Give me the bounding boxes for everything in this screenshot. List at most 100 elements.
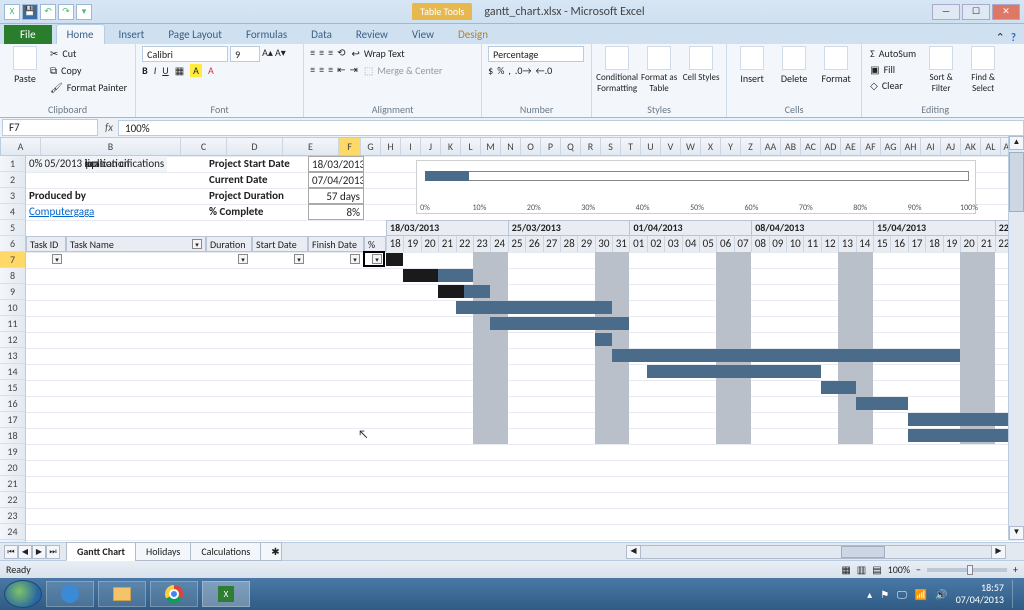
sheet-tab-calculations[interactable]: Calculations [190,542,261,561]
cut-button[interactable]: ✂Cut [48,46,129,61]
view-normal-icon[interactable]: ▦ [841,563,850,576]
col-header[interactable]: T [621,138,641,155]
gantt-bar[interactable] [856,397,908,410]
view-layout-icon[interactable]: ▥ [857,563,866,576]
row-header[interactable]: 5 [0,220,25,236]
col-duration[interactable]: Duration▾ [206,236,252,252]
format-painter-button[interactable]: 🖌Format Painter [48,80,129,95]
row-headers[interactable]: 1234567891011121314151617181920212223242… [0,156,26,542]
tab-page-layout[interactable]: Page Layout [158,25,232,44]
taskbar-explorer[interactable] [98,581,146,607]
fill-button[interactable]: ▣Fill [868,62,918,77]
tab-nav-next-icon[interactable]: ▶ [32,545,46,559]
col-header[interactable]: AE [841,138,861,155]
col-header[interactable]: Q [561,138,581,155]
col-task-name[interactable]: Task Name▾ [66,236,206,252]
tab-nav-last-icon[interactable]: ⏭ [46,545,60,559]
col-header[interactable]: J [421,138,441,155]
row-header[interactable]: 20 [0,460,25,476]
conditional-formatting-button[interactable]: Conditional Formatting [598,46,636,94]
col-header[interactable]: B [41,138,181,155]
gantt-bar[interactable] [908,429,1024,442]
row-header[interactable]: 23 [0,508,25,524]
col-header[interactable]: P [541,138,561,155]
scroll-right-icon[interactable]: ▶ [991,546,1005,558]
tab-insert[interactable]: Insert [109,25,155,44]
font-color-icon[interactable]: A [208,64,214,77]
col-header[interactable]: W [681,138,701,155]
horizontal-scrollbar[interactable]: ◀ ▶ [626,545,1006,559]
scroll-down-icon[interactable]: ▼ [1009,526,1024,540]
tab-view[interactable]: View [402,25,444,44]
gantt-bar[interactable] [490,317,629,330]
gantt-bar[interactable] [647,365,821,378]
zoom-slider[interactable] [927,568,1007,572]
file-tab[interactable]: File [4,25,52,44]
grow-font-icon[interactable]: A▴ [262,46,273,62]
tab-home[interactable]: Home [56,24,105,44]
col-header[interactable]: E [283,138,339,155]
row-header[interactable]: 8 [0,268,25,284]
row-header[interactable]: 15 [0,380,25,396]
row-header[interactable]: 19 [0,444,25,460]
view-break-icon[interactable]: ▤ [872,563,881,576]
qat-dropdown-icon[interactable]: ▾ [76,4,92,20]
insert-cells-button[interactable]: Insert [733,46,771,85]
tab-formulas[interactable]: Formulas [236,25,297,44]
scroll-thumb[interactable] [1009,152,1024,212]
gantt-bar[interactable] [595,333,612,346]
gantt-bar[interactable] [612,349,960,362]
zoom-level[interactable]: 100% [888,563,910,576]
align-bottom-icon[interactable]: ≡ [328,46,333,61]
tab-data[interactable]: Data [301,25,342,44]
align-left-icon[interactable]: ≡ [310,63,315,78]
vertical-scrollbar[interactable]: ▲ ▼ [1008,136,1024,540]
font-size-select[interactable]: 9 [230,46,260,62]
save-icon[interactable]: 💾 [22,4,38,20]
sheet-tab-gantt[interactable]: Gantt Chart [66,542,136,561]
underline-button[interactable]: U [162,64,168,77]
close-button[interactable]: ✕ [992,4,1020,20]
value-complete[interactable]: 8% [308,204,364,220]
col-header[interactable]: AA [761,138,781,155]
col-header[interactable]: H [381,138,401,155]
col-header[interactable]: AI [921,138,941,155]
comma-icon[interactable]: , [508,64,511,77]
taskbar-excel[interactable]: X [202,581,250,607]
align-right-icon[interactable]: ≡ [328,63,333,78]
gantt-bar[interactable] [821,381,856,394]
col-header[interactable]: A [1,138,41,155]
col-header[interactable]: L [461,138,481,155]
col-header[interactable]: O [521,138,541,155]
col-header[interactable]: K [441,138,461,155]
zoom-in-icon[interactable]: + [1013,563,1018,576]
help-icon[interactable]: ? [1011,31,1016,44]
tray-display-icon[interactable]: 🖵 [897,588,907,601]
cell-styles-button[interactable]: Cell Styles [682,46,720,83]
minimize-ribbon-icon[interactable]: ⌃ [996,31,1005,44]
start-button[interactable] [4,580,42,608]
font-family-select[interactable]: Calibri [142,46,228,62]
shrink-font-icon[interactable]: A▾ [275,46,286,62]
clear-button[interactable]: ◇Clear [868,78,918,93]
col-percent[interactable]: %▾ [364,236,386,252]
row-header[interactable]: 17 [0,412,25,428]
col-header[interactable]: I [401,138,421,155]
align-top-icon[interactable]: ≡ [310,46,315,61]
value-start-date[interactable]: 18/03/2013 [308,156,364,172]
wrap-text-button[interactable]: ↩Wrap Text [349,46,406,61]
percent-icon[interactable]: % [497,64,504,77]
col-header[interactable]: AG [881,138,901,155]
increase-decimal-icon[interactable]: .0→ [515,64,532,77]
merge-center-button[interactable]: ⬚Merge & Center [362,63,444,78]
col-header[interactable]: Z [741,138,761,155]
undo-icon[interactable]: ↶ [40,4,56,20]
scroll-left-icon[interactable]: ◀ [627,546,641,558]
autosum-button[interactable]: ΣAutoSum [868,46,918,61]
tray-flag-icon[interactable]: ⚑ [880,588,889,601]
tray-network-icon[interactable]: 📶 [915,588,927,601]
col-header[interactable]: U [641,138,661,155]
col-header[interactable]: V [661,138,681,155]
col-header[interactable]: G [361,138,381,155]
row-header[interactable]: 22 [0,492,25,508]
